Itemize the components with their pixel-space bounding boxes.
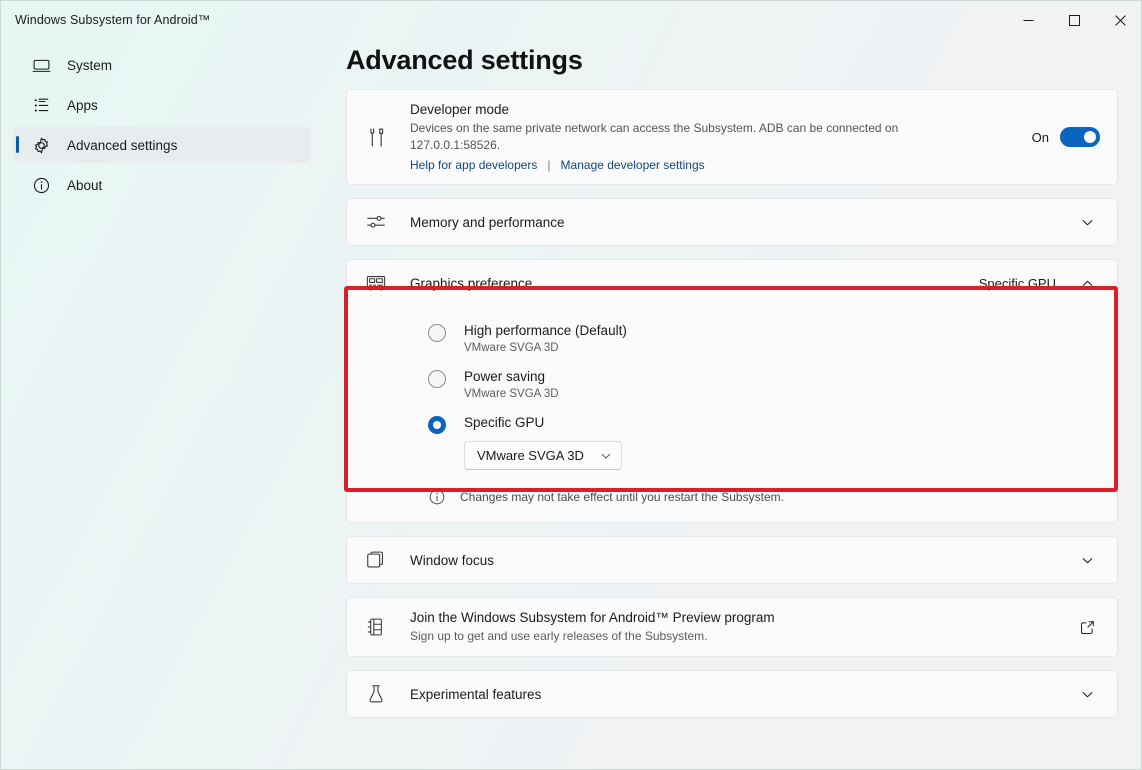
preview-program-card[interactable]: Join the Windows Subsystem for Android™ … xyxy=(346,597,1118,657)
sidebar-item-about[interactable]: About xyxy=(13,167,311,203)
sidebar-item-apps[interactable]: Apps xyxy=(13,87,311,123)
tools-icon xyxy=(364,125,388,149)
developer-mode-body: Developer mode Devices on the same priva… xyxy=(410,102,910,172)
gpu-select-dropdown[interactable]: VMware SVGA 3D xyxy=(464,441,622,470)
chevron-down-icon xyxy=(600,450,612,462)
developer-mode-title: Developer mode xyxy=(410,102,910,117)
window-focus-card[interactable]: Window focus xyxy=(346,536,1118,584)
memory-and-performance-title: Memory and performance xyxy=(410,215,565,230)
sidebar-item-label: System xyxy=(67,58,112,73)
radio-button[interactable] xyxy=(428,370,446,388)
graphics-option-high-performance[interactable]: High performance (Default) VMware SVGA 3… xyxy=(364,322,1100,354)
flask-icon xyxy=(364,682,388,706)
graphics-preference-title: Graphics preference xyxy=(410,276,532,291)
option-label: High performance (Default) xyxy=(464,322,627,340)
app-window: Windows Subsystem for Android™ xyxy=(0,0,1142,770)
chevron-up-icon[interactable] xyxy=(1074,270,1100,296)
developer-mode-toggle-wrap: On xyxy=(1032,127,1100,147)
experimental-features-title: Experimental features xyxy=(410,687,541,702)
window-icon xyxy=(364,548,388,572)
sidebar-item-label: Advanced settings xyxy=(67,138,177,153)
main-content: Advanced settings Developer mode Devices… xyxy=(346,1,1118,718)
graphics-option-power-saving[interactable]: Power saving VMware SVGA 3D xyxy=(364,368,1100,400)
graphics-option-specific-gpu[interactable]: Specific GPU VMware SVGA 3D xyxy=(364,414,1100,470)
sidebar: System Apps xyxy=(1,47,323,207)
experimental-features-card[interactable]: Experimental features xyxy=(346,670,1118,718)
page-title: Advanced settings xyxy=(346,45,1118,76)
graphics-options-panel: High performance (Default) VMware SVGA 3… xyxy=(347,306,1117,522)
external-link-icon[interactable] xyxy=(1074,614,1100,640)
gpu-icon xyxy=(364,271,388,295)
sidebar-item-system[interactable]: System xyxy=(13,47,311,83)
list-icon xyxy=(31,95,51,115)
option-label: Power saving xyxy=(464,368,559,386)
graphics-preference-value: Specific GPU xyxy=(979,276,1056,291)
sidebar-item-label: About xyxy=(67,178,102,193)
chevron-down-icon[interactable] xyxy=(1074,547,1100,573)
option-label: Specific GPU xyxy=(464,414,622,432)
graphics-restart-note: Changes may not take effect until you re… xyxy=(428,488,1100,506)
graphics-preference-card: Graphics preference Specific GPU High pe… xyxy=(346,259,1118,523)
developer-mode-description: Devices on the same private network can … xyxy=(410,120,910,153)
developer-mode-card: Developer mode Devices on the same priva… xyxy=(346,89,1118,185)
window-focus-title: Window focus xyxy=(410,553,494,568)
chevron-down-icon[interactable] xyxy=(1074,209,1100,235)
link-separator: | xyxy=(547,158,550,172)
toggle-knob xyxy=(1084,131,1096,143)
preview-program-body: Join the Windows Subsystem for Android™ … xyxy=(410,610,775,645)
info-circle-icon xyxy=(31,175,51,195)
developer-mode-toggle[interactable] xyxy=(1060,127,1100,147)
info-circle-icon xyxy=(428,488,446,506)
toggle-state-label: On xyxy=(1032,130,1049,145)
gear-icon xyxy=(31,135,51,155)
preview-program-subtitle: Sign up to get and use early releases of… xyxy=(410,628,775,645)
manage-developer-settings-link[interactable]: Manage developer settings xyxy=(561,158,705,172)
dev-board-icon xyxy=(364,615,388,639)
sidebar-item-advanced-settings[interactable]: Advanced settings xyxy=(13,127,311,163)
window-title: Windows Subsystem for Android™ xyxy=(15,13,210,27)
help-for-app-developers-link[interactable]: Help for app developers xyxy=(410,158,537,172)
graphics-restart-note-text: Changes may not take effect until you re… xyxy=(460,490,784,504)
radio-button[interactable] xyxy=(428,324,446,342)
monitor-icon xyxy=(31,55,51,75)
sidebar-item-label: Apps xyxy=(67,98,98,113)
memory-and-performance-card[interactable]: Memory and performance xyxy=(346,198,1118,246)
chevron-down-icon[interactable] xyxy=(1074,681,1100,707)
gpu-select-value: VMware SVGA 3D xyxy=(477,448,584,463)
graphics-preference-header[interactable]: Graphics preference Specific GPU xyxy=(347,260,1117,306)
developer-mode-links: Help for app developers | Manage develop… xyxy=(410,158,910,172)
option-sublabel: VMware SVGA 3D xyxy=(464,342,627,354)
sliders-icon xyxy=(364,210,388,234)
preview-program-title: Join the Windows Subsystem for Android™ … xyxy=(410,610,775,625)
option-sublabel: VMware SVGA 3D xyxy=(464,388,559,400)
radio-button-selected[interactable] xyxy=(428,416,446,434)
